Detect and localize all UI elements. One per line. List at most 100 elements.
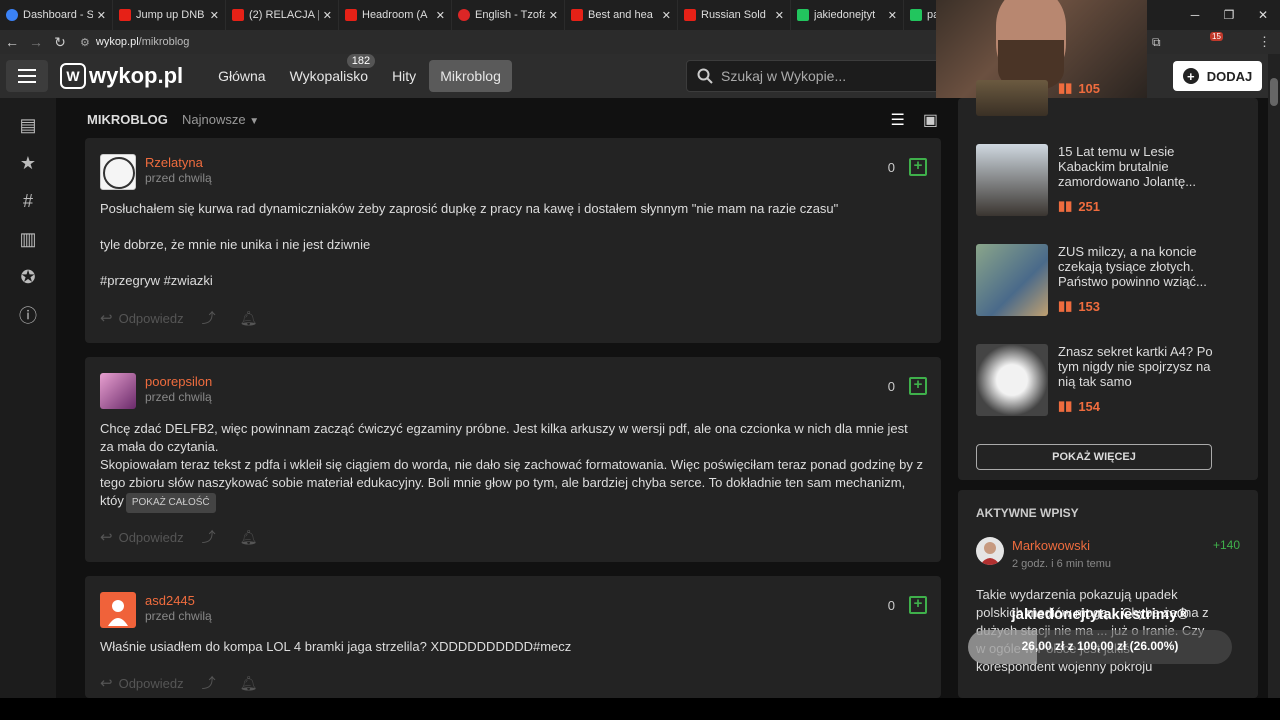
- view-switcher: ☰ ▣: [891, 110, 938, 130]
- browser-tab[interactable]: Dashboard - Stre ✕: [0, 0, 113, 30]
- browser-tab[interactable]: Jump up DNB mi ✕: [113, 0, 226, 30]
- reply-button[interactable]: Odpowiedz: [119, 530, 184, 545]
- reload-icon[interactable]: ↻: [48, 34, 72, 51]
- page-scrollbar[interactable]: [1268, 54, 1280, 698]
- close-window-icon[interactable]: ✕: [1248, 0, 1278, 30]
- post-paragraph: tyle dobrze, że mnie nie unika i nie jes…: [100, 237, 371, 252]
- show-full-button[interactable]: POKAŻ CAŁOŚĆ: [125, 493, 216, 513]
- tab-favicon-icon: [797, 9, 809, 21]
- site-info-icon[interactable]: ⚙: [80, 36, 90, 49]
- post-author[interactable]: poorepsilon: [145, 374, 212, 389]
- wykop-logo[interactable]: W wykop.pl: [60, 63, 183, 89]
- post-time: przed chwilą: [145, 390, 212, 404]
- extensions-icon[interactable]: ⧉: [1152, 35, 1161, 50]
- avatar[interactable]: [976, 537, 1004, 565]
- link-votes-count: 105: [1078, 80, 1101, 96]
- menu-dots-icon[interactable]: ⋮: [1258, 34, 1271, 50]
- browser-tab[interactable]: Best and hea ✕: [565, 0, 678, 30]
- link-item[interactable]: ZUS milczy, a na koncie czekają tysiące …: [976, 244, 1216, 316]
- badge-icon[interactable]: ✪: [0, 258, 56, 296]
- share-icon[interactable]: ⤴: [202, 308, 216, 328]
- back-icon[interactable]: ←: [0, 34, 24, 50]
- post-score: 0: [887, 598, 895, 613]
- tab-favicon-icon: [345, 9, 357, 21]
- bell-icon[interactable]: 🔔︎: [240, 675, 258, 692]
- avatar[interactable]: [100, 154, 136, 190]
- reply-icon[interactable]: ↩: [100, 309, 113, 327]
- browser-tab[interactable]: Russian Sold ✕: [678, 0, 791, 30]
- star-icon[interactable]: ★: [0, 144, 56, 182]
- forward-icon[interactable]: →: [24, 34, 48, 50]
- post-body: Chcę zdać DELFB2, więc powinnam zacząć ć…: [100, 420, 925, 513]
- card-view-icon[interactable]: ▣: [923, 110, 938, 130]
- reply-icon[interactable]: ↩: [100, 528, 113, 546]
- show-more-button[interactable]: POKAŻ WIĘCEJ: [976, 444, 1212, 470]
- plus-vote-button[interactable]: +: [909, 158, 927, 176]
- bell-icon[interactable]: 🔔︎: [240, 310, 258, 327]
- link-item[interactable]: ▮▮ 105: [976, 80, 1216, 116]
- post-paragraph: Chcę zdać DELFB2, więc powinnam zacząć ć…: [100, 421, 908, 454]
- close-tab-icon[interactable]: ✕: [888, 9, 897, 22]
- close-tab-icon[interactable]: ✕: [436, 9, 445, 22]
- nav-mikroblog[interactable]: Mikroblog: [429, 60, 512, 92]
- link-item[interactable]: 15 Lat temu w Lesie Kabackim brutalnie z…: [976, 144, 1216, 216]
- post-paragraph: Skopiowałam teraz tekst z pdfa i wkleił …: [100, 456, 925, 513]
- help-icon[interactable]: ⓘ: [0, 296, 56, 334]
- list-view-icon[interactable]: ☰: [891, 110, 905, 130]
- link-votes: ▮▮ 153: [1058, 298, 1100, 314]
- sort-dropdown[interactable]: Najnowsze ▼: [182, 112, 259, 127]
- close-tab-icon[interactable]: ✕: [210, 9, 219, 22]
- close-tab-icon[interactable]: ✕: [549, 9, 558, 22]
- post-tags[interactable]: #przegryw #zwiazki: [100, 272, 925, 290]
- hamburger-menu-button[interactable]: [6, 60, 48, 92]
- avatar[interactable]: [100, 373, 136, 409]
- browser-tab[interactable]: Headroom (A ✕: [339, 0, 452, 30]
- close-tab-icon[interactable]: ✕: [323, 9, 332, 22]
- maximize-icon[interactable]: ❐: [1214, 0, 1244, 30]
- reply-button[interactable]: Odpowiedz: [119, 676, 184, 691]
- link-thumbnail: [976, 80, 1048, 116]
- link-item[interactable]: Znasz sekret kartki A4? Po tym nigdy nie…: [976, 344, 1216, 416]
- search-icon: [697, 68, 713, 84]
- plus-vote-button[interactable]: +: [909, 377, 927, 395]
- post-actions: ↩ Odpowiedz ⤴ 🔔︎: [100, 308, 257, 328]
- browser-tab[interactable]: (2) RELACJA | ✕: [226, 0, 339, 30]
- hashtag-icon[interactable]: #: [0, 182, 56, 220]
- active-entry-time: 2 godz. i 6 min temu: [1012, 558, 1112, 570]
- post-score: 0: [887, 160, 895, 175]
- plus-vote-button[interactable]: +: [909, 596, 927, 614]
- post-author[interactable]: Rzelatyna: [145, 155, 203, 170]
- entry-post: poorepsilon przed chwilą 0 + Chcę zdać D…: [85, 357, 941, 562]
- post-actions: ↩ Odpowiedz ⤴ 🔔︎: [100, 673, 257, 693]
- links-icon[interactable]: ▤: [0, 106, 56, 144]
- browser-tab[interactable]: English - Tzofar - ✕: [452, 0, 565, 30]
- share-icon[interactable]: ⤴: [202, 673, 216, 693]
- nav-hity[interactable]: Hity: [381, 60, 427, 92]
- close-tab-icon[interactable]: ✕: [775, 9, 784, 22]
- tab-title: Headroom (A: [362, 9, 428, 21]
- reply-button[interactable]: Odpowiedz: [119, 311, 184, 326]
- nav-wykopalisko[interactable]: Wykopalisko 182: [279, 54, 379, 92]
- post-author[interactable]: asd2445: [145, 593, 195, 608]
- share-icon[interactable]: ⤴: [202, 527, 216, 547]
- main-nav: Główna Wykopalisko 182 Hity Mikroblog: [207, 54, 514, 92]
- ranking-icon[interactable]: ▥: [0, 220, 56, 258]
- url-field[interactable]: ⚙ wykop.pl /mikroblog: [80, 36, 189, 49]
- hot-links-panel: ▮▮ 105 15 Lat temu w Lesie Kabackim bruta…: [958, 80, 1258, 480]
- tab-title: English - Tzofar -: [475, 9, 545, 21]
- active-entry-author[interactable]: Markowowski: [1012, 538, 1090, 553]
- bell-icon[interactable]: 🔔︎: [240, 529, 258, 546]
- minimize-icon[interactable]: ─: [1180, 0, 1210, 30]
- close-tab-icon[interactable]: ✕: [662, 9, 671, 22]
- bottom-bar: [0, 698, 1280, 720]
- close-tab-icon[interactable]: ✕: [97, 9, 106, 22]
- fire-icon: ▮▮: [1058, 298, 1073, 313]
- browser-tab[interactable]: jakiedonejtyt ✕: [791, 0, 904, 30]
- reply-icon[interactable]: ↩: [100, 674, 113, 692]
- post-paragraph-text: Skopiowałam teraz tekst z pdfa i wkleił …: [100, 457, 924, 508]
- search-input[interactable]: [721, 68, 941, 84]
- scrollbar-thumb[interactable]: [1270, 78, 1278, 106]
- nav-glowna[interactable]: Główna: [207, 60, 276, 92]
- logo-text: wykop.pl: [89, 63, 184, 88]
- avatar[interactable]: [100, 592, 136, 628]
